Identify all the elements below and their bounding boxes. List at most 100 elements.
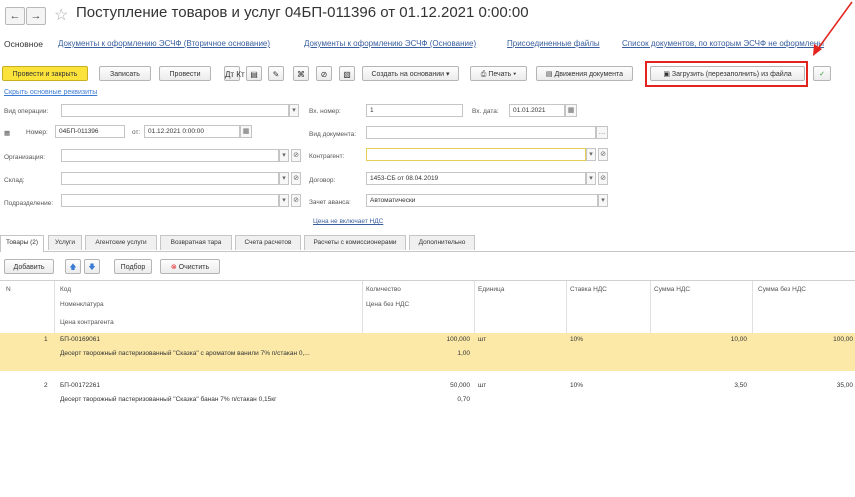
selection-button[interactable]: Подбор [114,259,152,274]
calendar-icon[interactable]: ▦ [240,125,252,138]
row-code: БП-00169061 [60,336,101,343]
row-name: Десерт творожный пастеризованный "Сказка… [60,396,277,403]
header-n[interactable]: N [6,286,11,293]
header-vat-rate[interactable]: Ставка НДС [570,286,607,293]
tab-settlement-accounts[interactable]: Счета расчетов [235,235,301,250]
header-vat-sum[interactable]: Сумма НДС [654,286,690,293]
division-open-icon[interactable]: ⊘ [291,194,301,207]
dt-kt-icon[interactable]: Дт Кт [224,66,245,81]
header-code[interactable]: Код [60,286,71,293]
tab-commission-settlements[interactable]: Расчеты с комиссионерами [304,235,406,250]
save-button[interactable]: Записать [99,66,151,81]
row-number: 2 [44,382,48,389]
org-open-icon[interactable]: ⊘ [291,149,301,162]
contractor-dropdown[interactable]: ▾ [586,148,596,161]
warehouse-field[interactable] [61,172,279,185]
tab-attached-files[interactable]: Присоединенные файлы [507,39,600,48]
row-vat-sum: 3,50 [734,382,747,389]
post-button[interactable]: Провести [159,66,211,81]
header-quantity[interactable]: Количество [366,286,401,293]
number-field[interactable]: 04БП-011396 [55,125,125,138]
tab-services[interactable]: Услуги [48,235,82,250]
goods-tabs: Товары (2) Услуги Агентские услуги Возвр… [0,235,855,252]
header-price[interactable]: Цена без НДС [366,301,409,308]
add-button[interactable]: Добавить [4,259,54,274]
create-based-on-button[interactable]: Создать на основании ▾ [362,66,459,81]
row-quantity: 100,000 [446,336,471,343]
number-label: Номер: [26,129,48,136]
contract-field[interactable]: 1453-СБ от 08.04.2019 [366,172,586,185]
tab-esf-basis[interactable]: Документы к оформлению ЭСЧФ (Основание) [304,39,476,48]
op-type-dropdown[interactable]: ▾ [289,104,299,117]
tab-agent-services[interactable]: Агентские услуги [85,235,157,250]
vat-not-included-link[interactable]: Цена не включает НДС [313,218,383,225]
structure-icon[interactable]: ⌘ [293,66,309,81]
division-field[interactable] [61,194,279,207]
header-sum[interactable]: Сумма без НДС [758,286,806,293]
tab-main[interactable]: Основное [4,39,43,49]
chevron-down-icon: ▾ [446,71,450,78]
division-dropdown[interactable]: ▾ [279,194,289,207]
calendar-icon[interactable]: ▦ [565,104,577,117]
date-field[interactable]: 01.12.2021 0:00:00 [144,125,240,138]
top-tabs: Основное Документы к оформлению ЭСЧФ (Вт… [0,36,855,54]
division-label: Подразделение: [4,200,54,207]
annotation-highlight-box [645,61,808,87]
row-number: 1 [44,336,48,343]
row-name: Десерт творожный пастеризованный "Сказка… [60,350,310,357]
in-date-field[interactable]: 01.01.2021 [509,104,565,117]
row-code: БП-00172261 [60,382,101,389]
contract-label: Договор: [309,177,336,184]
row-price: 1,00 [457,350,470,357]
tab-esf-not-issued[interactable]: Список документов, по которым ЭСЧФ не оф… [622,39,824,48]
table-row[interactable]: 2 БП-00172261 Десерт творожный пастеризо… [0,379,855,413]
hide-basic-details-link[interactable]: Скрыть основные реквизиты [4,89,97,96]
clear-button[interactable]: ⊗ Очистить [160,259,220,274]
print-button[interactable]: ⎙ Печать ▾ [470,66,527,81]
movements-label: Движения документа [554,71,624,78]
star-icon[interactable]: ☆ [54,5,68,25]
goods-table: N Код Номенклатура Цена контрагента Коли… [0,280,855,416]
move-up-icon[interactable]: 🡅 [65,259,81,274]
contract-open-icon[interactable]: ⊘ [598,172,608,185]
edit-icon[interactable]: ✎ [268,66,284,81]
forward-button[interactable]: → [26,7,46,25]
org-field[interactable] [61,149,279,162]
back-button[interactable]: ← [5,7,25,25]
report-icon[interactable]: ▤ [246,66,262,81]
tab-returnable-containers[interactable]: Возвратная тара [160,235,232,250]
warehouse-open-icon[interactable]: ⊘ [291,172,301,185]
contractor-open-icon[interactable]: ⊘ [598,148,608,161]
check-button[interactable]: ✓ [813,66,831,81]
org-label: Организация: [4,154,46,161]
advance-dropdown[interactable]: ▾ [598,194,608,207]
tab-goods[interactable]: Товары (2) [0,235,44,252]
op-type-field[interactable] [61,104,289,117]
move-down-icon[interactable]: 🡇 [84,259,100,274]
doc-type-select-button[interactable]: … [596,126,608,139]
advance-label: Зачет аванса: [309,199,351,206]
attach-icon[interactable]: ⊘ [316,66,332,81]
tab-esf-secondary[interactable]: Документы к оформлению ЭСЧФ (Вторичное о… [58,39,270,48]
clear-icon: ⊗ [170,264,179,271]
warehouse-dropdown[interactable]: ▾ [279,172,289,185]
doc-type-field[interactable] [366,126,596,139]
from-label: от: [132,129,141,136]
contract-dropdown[interactable]: ▾ [586,172,596,185]
files-icon[interactable]: ▧ [339,66,355,81]
tab-additional[interactable]: Дополнительно [409,235,475,250]
advance-field[interactable]: Автоматически [366,194,598,207]
in-date-label: Вх. дата: [472,108,499,115]
header-nomenclature[interactable]: Номенклатура [60,301,104,308]
document-movements-button[interactable]: ▤ Движения документа [536,66,633,81]
create-based-on-label: Создать на основании [371,71,445,78]
header-unit[interactable]: Единица [478,286,504,293]
row-vat-rate: 10% [570,382,584,389]
row-unit: шт [478,382,487,389]
table-row[interactable]: 1 БП-00169061 Десерт творожный пастеризо… [0,333,855,371]
header-counter-price[interactable]: Цена контрагента [60,319,114,326]
org-dropdown[interactable]: ▾ [279,149,289,162]
post-and-close-button[interactable]: Провести и закрыть [2,66,88,81]
contractor-field[interactable] [366,148,586,161]
in-number-field[interactable]: 1 [366,104,463,117]
